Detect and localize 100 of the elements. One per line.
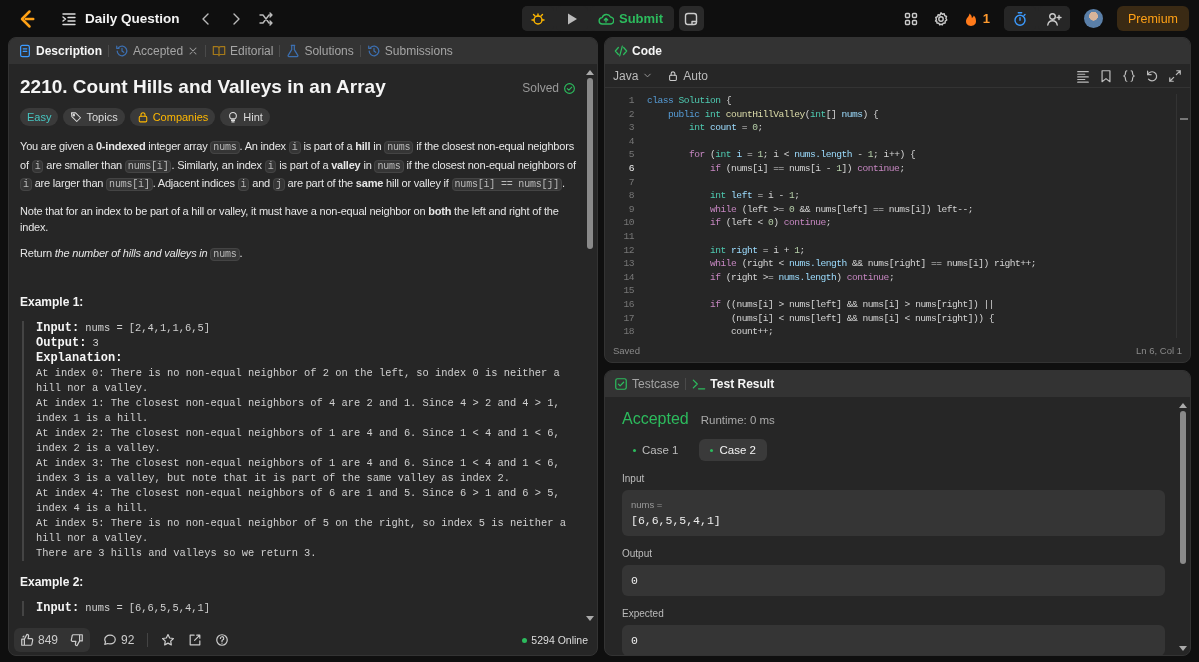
line-number: 8 (627, 189, 634, 203)
panel-tab[interactable]: Test Result (692, 377, 775, 391)
value-text: 0 (631, 634, 639, 647)
reset-icon[interactable] (1145, 68, 1159, 83)
panel-tab[interactable]: Description (18, 44, 102, 58)
line-number: 18 (622, 325, 634, 338)
online-dot (522, 637, 528, 643)
language-dropdown[interactable]: Java (613, 68, 654, 83)
line-number: 17 (622, 311, 634, 326)
explanation-line: There are 3 hills and valleys so we return 3. (36, 546, 318, 561)
like-button[interactable]: 849 (14, 628, 65, 652)
scroll-down-arrow[interactable] (1178, 646, 1187, 651)
settings-icon[interactable] (932, 10, 949, 27)
question-paragraph: Note that for an index to be part of a hill or valley, it must have a non-equal neighbor on both the left and right of the index. (20, 203, 560, 235)
braces-icon[interactable] (1122, 68, 1136, 83)
add-user-icon (1046, 10, 1062, 27)
difficulty-badge: Easy (20, 108, 59, 126)
example-heading: Example 1: (20, 295, 85, 309)
panel-tab[interactable]: Testcase (614, 377, 680, 391)
explanation-line: At index 3: The closest non-equal neighbors of 1 are 4 and 6. Since 1 < 4 and 1 < 6, index 3 is a valley, but note that it is part of the same valley as index 2. (36, 456, 561, 486)
scroll-down-arrow[interactable] (585, 616, 594, 621)
example-value: nums = [6,6,5,5,4,1] (85, 602, 210, 614)
panel-tab[interactable]: Code (614, 44, 662, 58)
scrollbar-thumb[interactable] (586, 78, 593, 250)
share-icon[interactable] (188, 633, 203, 647)
scrollbar-thumb[interactable] (1179, 411, 1186, 565)
explanation-line: At index 2: The closest non-equal neighbors of 1 are 4 and 6. Since 1 < 4 and 1 < 6, index 2 is a valley. (36, 426, 561, 456)
lock-icon (136, 111, 149, 123)
explanation-line: At index 1: The closest non-equal neighbors of 4 are 2 and 1. Since 4 > 2 and 4 > 1, index 1 is a hill. (36, 396, 561, 426)
code-line: while (right < nums.length && nums[right] == nums[i]) right++; (709, 257, 1037, 271)
line-number: 15 (622, 284, 634, 298)
solved-status: Solved (522, 81, 576, 95)
code-line: for (int i = 1; i < nums.length - 1; i++) { (688, 148, 916, 162)
note-button[interactable] (679, 6, 705, 31)
code-line: count++; (730, 325, 774, 338)
example-label: Output: (36, 336, 87, 350)
code-line: int count = 0; (688, 121, 763, 135)
panel-tab[interactable]: Accepted (115, 44, 200, 58)
menu-icon[interactable] (61, 10, 77, 27)
section-label: Output (622, 548, 654, 559)
value-text: 0 (631, 574, 639, 587)
star-icon[interactable] (161, 633, 176, 647)
line-number: 13 (622, 257, 634, 271)
bookmark-icon[interactable] (1099, 68, 1113, 83)
code-icon (614, 44, 628, 58)
layout-icon[interactable] (902, 10, 919, 27)
example-label: Input: (36, 601, 80, 615)
line-number: 7 (627, 175, 634, 190)
verdict-text: Accepted (622, 410, 689, 428)
note-icon (683, 10, 700, 27)
daily-question-title[interactable]: Daily Question (85, 11, 180, 26)
code-line: public int countHillValley(int[] nums) { (667, 107, 879, 122)
code-line: int right = i + 1; (709, 243, 805, 258)
line-number: 10 (622, 216, 634, 230)
value-text: [6,6,5,5,4,1] (631, 514, 722, 527)
code-line: class Solution { (647, 94, 732, 108)
example-value: 3 (92, 337, 99, 349)
status-dot-icon (710, 448, 714, 452)
code-line: if (right >= nums.length) continue; (709, 270, 895, 285)
comment-icon (103, 633, 118, 647)
line-number: 5 (627, 148, 634, 162)
case-tab[interactable]: Case 1 (622, 439, 690, 461)
variable-name: nums = (631, 499, 664, 510)
flask-icon (286, 44, 301, 58)
checkbox-icon (614, 377, 628, 391)
history-icon (366, 44, 381, 58)
avatar[interactable] (1084, 9, 1103, 28)
shuffle-icon[interactable] (257, 10, 274, 27)
companies-chip[interactable]: Companies (129, 108, 216, 126)
hint-chip[interactable]: Hint (220, 108, 270, 126)
padlock-icon (667, 69, 680, 82)
help-icon[interactable] (215, 633, 230, 647)
history-icon (115, 44, 129, 58)
lightbulb-icon (227, 111, 240, 123)
book-icon (212, 44, 227, 58)
example-label: Explanation: (36, 351, 123, 365)
comments-button[interactable]: 92 (103, 633, 135, 647)
streak-button[interactable]: 1 (962, 10, 990, 27)
format-icon[interactable] (1076, 68, 1090, 83)
section-label: Expected (622, 608, 665, 619)
line-number: 14 (622, 270, 634, 285)
line-number: 6 (627, 161, 634, 176)
case-tab[interactable]: Case 2 (699, 439, 767, 461)
question-paragraph: Return the number of hills and valleys in nums . (20, 245, 244, 263)
online-count: 5294 Online (531, 634, 588, 646)
premium-button[interactable]: Premium (1117, 6, 1189, 31)
panel-tab[interactable]: Solutions (286, 44, 354, 58)
bug-icon (530, 10, 546, 27)
explanation-line: At index 5: There is no non-equal neighbor of 5 on the right, so index 5 is neither a hill nor a valley. (36, 516, 567, 546)
example-value: nums = [2,4,1,1,6,5] (85, 322, 210, 334)
panel-tab[interactable]: Submissions (366, 44, 453, 58)
line-number: 2 (627, 107, 634, 122)
code-line: int left = i - 1; (709, 189, 800, 203)
save-status: Saved (613, 344, 640, 356)
stopwatch-icon (1012, 10, 1028, 27)
topics-chip[interactable]: Topics (63, 108, 125, 126)
panel-tab[interactable]: Editorial (212, 44, 274, 58)
code-line: if (left < 0) continue; (709, 216, 832, 230)
auto-mode-label[interactable]: Auto (667, 68, 709, 83)
expand-icon[interactable] (1168, 68, 1182, 83)
